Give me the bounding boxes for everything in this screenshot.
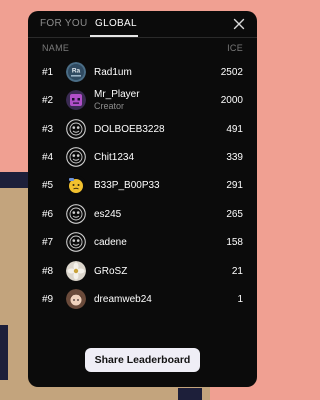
leaderboard-row[interactable]: #5 B33P_B00P33 291 — [28, 172, 257, 200]
ice-score: 2000 — [220, 95, 243, 106]
creator-role-label: Creator — [94, 101, 125, 111]
leaderboard-row[interactable]: #8 GRoSZ 21 — [28, 258, 257, 286]
ice-score: 491 — [226, 124, 243, 135]
rank-label: #4 — [42, 152, 54, 163]
ice-score: 265 — [226, 209, 243, 220]
player-name: DOLBOEB3228 — [94, 124, 165, 135]
leaderboard-row[interactable]: #3 DOLBOEB3228 491 — [28, 116, 257, 144]
rank-label: #3 — [42, 124, 54, 135]
background-navy-side — [0, 325, 8, 380]
default-emblem-avatar — [66, 204, 86, 224]
ice-column-header: ICE — [227, 43, 243, 53]
tab-for-you[interactable]: FOR YOU — [40, 18, 87, 29]
close-icon[interactable] — [231, 16, 247, 32]
leaderboard-row[interactable]: #4 Chit1234 339 — [28, 144, 257, 172]
leaderboard-row[interactable]: #7 cadene 158 — [28, 229, 257, 257]
ice-score: 339 — [226, 152, 243, 163]
default-emblem-avatar — [66, 147, 86, 167]
purple-robot-avatar — [66, 90, 86, 110]
rank-label: #6 — [42, 209, 54, 220]
player-name: GRoSZ — [94, 266, 128, 277]
player-name: dreamweb24 — [94, 294, 152, 305]
player-name: Chit1234 — [94, 152, 135, 163]
share-leaderboard-button[interactable]: Share Leaderboard — [85, 348, 200, 372]
rank-label: #2 — [42, 95, 54, 106]
ra-initials-avatar: Ra — [66, 62, 86, 82]
ice-score: 2502 — [220, 67, 243, 78]
rank-label: #9 — [42, 294, 54, 305]
default-emblem-avatar — [66, 232, 86, 252]
default-emblem-avatar — [66, 119, 86, 139]
tab-global[interactable]: GLOBAL — [95, 18, 137, 29]
rank-label: #5 — [42, 180, 54, 191]
ice-score: 21 — [231, 266, 243, 277]
player-name: cadene — [94, 237, 127, 248]
rank-label: #1 — [42, 67, 54, 78]
player-name: es245 — [94, 209, 122, 220]
leaderboard-row[interactable]: #1 Ra Rad1um 2502 — [28, 59, 257, 87]
background-navy-bottom — [178, 388, 202, 400]
avatar-initials: Ra — [72, 68, 81, 75]
ice-score: 158 — [226, 237, 243, 248]
leaderboard-row[interactable]: #9 dreamweb24 1 — [28, 286, 257, 314]
ice-score: 1 — [237, 294, 243, 305]
active-tab-indicator — [90, 35, 138, 37]
ice-score: 291 — [226, 180, 243, 191]
rank-label: #7 — [42, 237, 54, 248]
background-navy-strip — [0, 172, 30, 188]
yellow-emoji-avatar — [66, 175, 86, 195]
leaderboard-row[interactable]: #6 es245 265 — [28, 201, 257, 229]
leaderboard-panel: FOR YOU GLOBAL NAME ICE #1 Ra Rad1um 250… — [28, 11, 257, 387]
player-name: Rad1um — [94, 67, 132, 78]
leaderboard-row[interactable]: #2 Mr_Player Creator 2000 — [28, 87, 257, 115]
anime-girl-avatar — [66, 289, 86, 309]
rank-label: #8 — [42, 266, 54, 277]
player-name: Mr_Player — [94, 89, 140, 100]
tab-bar: FOR YOU GLOBAL — [28, 11, 257, 38]
flower-photo-avatar — [66, 261, 86, 281]
player-name: B33P_B00P33 — [94, 180, 160, 191]
name-column-header: NAME — [42, 43, 70, 53]
